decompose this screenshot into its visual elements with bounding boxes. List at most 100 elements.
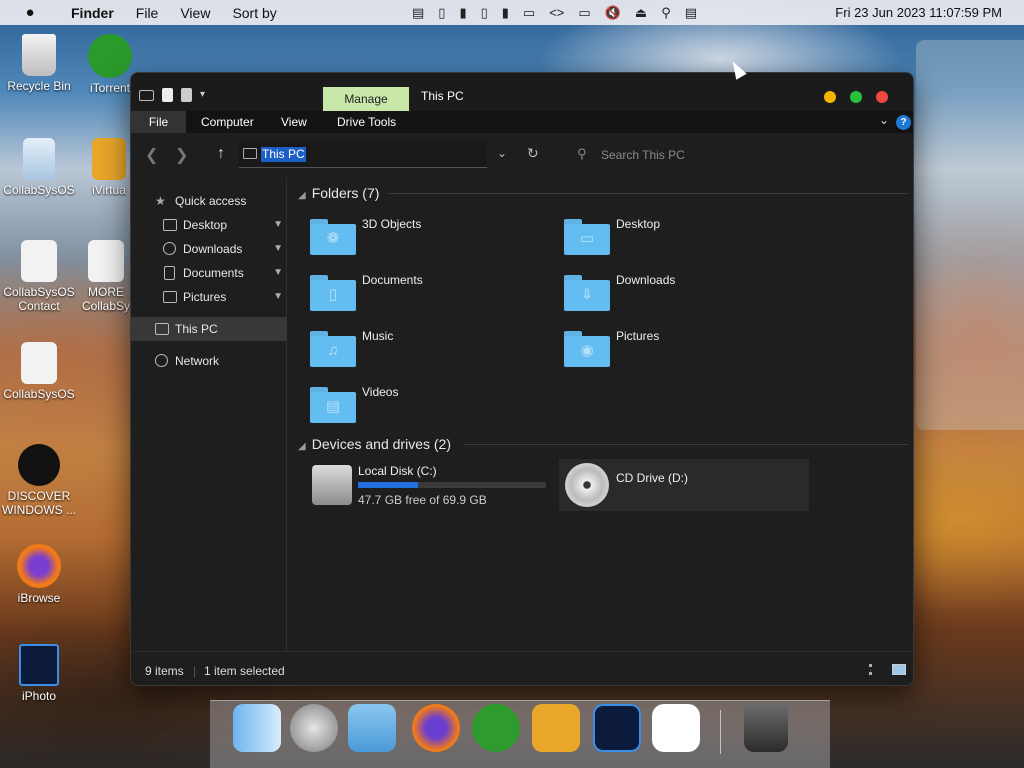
- menu-app-name[interactable]: Finder: [60, 5, 125, 21]
- folder-desktop[interactable]: ▭ Desktop: [564, 215, 804, 265]
- apple-logo-icon: [18, 444, 60, 486]
- battery-icon[interactable]: ▮: [459, 5, 466, 21]
- forward-button[interactable]: ❯: [175, 145, 188, 165]
- desktop-icon-collabsysos[interactable]: CollabSysOS: [2, 138, 76, 197]
- memory-icon[interactable]: ▯: [438, 5, 445, 21]
- back-button[interactable]: ❮: [145, 145, 158, 165]
- menubar: ● Finder File View Sort by ▤ ▯ ▮ ▯ ▮ ▭ <…: [0, 0, 1024, 25]
- nav-item-desktop[interactable]: Desktop ▼: [131, 213, 287, 237]
- folder-name: Downloads: [616, 273, 676, 287]
- up-button[interactable]: ↑: [217, 145, 225, 163]
- ribbon-expand-icon[interactable]: ⌄: [879, 113, 889, 127]
- launchpad-icon[interactable]: [290, 704, 338, 752]
- properties-icon[interactable]: [162, 88, 173, 102]
- apple-logo-icon[interactable]: [652, 704, 700, 752]
- tab-view[interactable]: View: [267, 111, 321, 133]
- group-title: Devices and drives (2): [311, 436, 451, 452]
- drive-cd-d[interactable]: CD Drive (D:): [559, 459, 809, 511]
- folder-music[interactable]: ♫ Music: [310, 327, 550, 377]
- clock[interactable]: Fri 23 Jun 2023 11:07:59 PM: [835, 5, 1002, 20]
- control-center-icon[interactable]: ▤: [685, 5, 697, 21]
- utorrent-icon[interactable]: [472, 704, 520, 752]
- virtualbox-icon[interactable]: [532, 704, 580, 752]
- maximize-button[interactable]: [850, 91, 862, 103]
- folder-icon[interactable]: [348, 704, 396, 752]
- folder-documents[interactable]: ▯ Documents: [310, 271, 550, 321]
- large-icons-view-icon[interactable]: [892, 664, 906, 675]
- new-folder-icon[interactable]: [181, 88, 192, 102]
- explorer-window: ▾ Manage This PC File Computer View Driv…: [130, 72, 914, 686]
- menu-file[interactable]: File: [125, 5, 170, 21]
- computer-icon[interactable]: [139, 89, 154, 101]
- finder-icon[interactable]: [233, 704, 281, 752]
- tablet-icon[interactable]: ▭: [523, 5, 535, 21]
- nav-label: Network: [175, 354, 220, 368]
- code-icon[interactable]: <>: [549, 5, 564, 20]
- manage-tab[interactable]: Manage: [323, 87, 409, 111]
- drive-free-space: 47.7 GB free of 69.9 GB: [358, 493, 487, 507]
- monitor-icon[interactable]: ▭: [578, 5, 590, 21]
- cpu-icon[interactable]: ▮: [502, 5, 509, 21]
- desktop-icon-iphoto[interactable]: iPhoto: [2, 644, 76, 703]
- dock-separator: [720, 710, 721, 754]
- refresh-icon[interactable]: ↻: [527, 145, 539, 162]
- nav-item-downloads[interactable]: Downloads ▼: [131, 237, 287, 261]
- background-window[interactable]: [916, 40, 1024, 430]
- nav-label: Desktop: [183, 218, 228, 232]
- customize-chevron-icon[interactable]: ▾: [200, 88, 210, 102]
- ssd-icon[interactable]: ▯: [481, 5, 488, 21]
- menu-view[interactable]: View: [169, 5, 221, 21]
- desktop-icon-collabsysos-contact[interactable]: CollabSysOS Contact: [2, 240, 76, 313]
- devices-group-header[interactable]: ◢ Devices and drives (2): [298, 436, 451, 452]
- activity-icon[interactable]: ▤: [412, 5, 424, 21]
- menu-sort-by[interactable]: Sort by: [221, 5, 287, 21]
- close-button[interactable]: [876, 91, 888, 103]
- trash-icon[interactable]: [744, 704, 788, 752]
- desktop-icon-discover-windows[interactable]: DISCOVER WINDOWS ...: [2, 444, 76, 517]
- nav-item-pictures[interactable]: Pictures ▼: [131, 285, 287, 309]
- desktop-icon-recycle-bin[interactable]: Recycle Bin: [2, 34, 76, 93]
- folder-icon: ▭: [564, 219, 610, 255]
- desktop-icon-collabsysos-2[interactable]: CollabSysOS: [2, 342, 76, 401]
- desktop-icon-more-collabsy[interactable]: MORE CollabSy: [80, 240, 132, 313]
- desktop-icon-label: Recycle Bin: [7, 79, 71, 93]
- folder-3d-objects[interactable]: ❁ 3D Objects: [310, 215, 550, 265]
- firefox-icon[interactable]: [412, 704, 460, 752]
- pin-icon: ▼: [273, 267, 283, 278]
- eject-icon[interactable]: ⏏: [635, 5, 647, 21]
- address-bar[interactable]: This PC: [239, 141, 487, 168]
- nav-item-documents[interactable]: Documents ▼: [131, 261, 287, 285]
- nav-this-pc[interactable]: This PC: [131, 317, 287, 341]
- drive-local-disk-c[interactable]: Local Disk (C:) 47.7 GB free of 69.9 GB: [308, 459, 558, 511]
- tab-computer[interactable]: Computer: [187, 111, 268, 133]
- title-bar[interactable]: ▾ Manage This PC: [131, 73, 913, 111]
- desktop-icon-ibrowse[interactable]: iBrowse: [2, 544, 76, 605]
- nav-network[interactable]: Network: [131, 349, 287, 373]
- desktop-icon-ivirtua[interactable]: iVirtua: [84, 138, 134, 197]
- utorrent-icon: [88, 34, 132, 78]
- nav-quick-access[interactable]: ★ Quick access: [131, 189, 287, 213]
- help-icon[interactable]: ?: [896, 115, 911, 130]
- pin-icon: ▼: [273, 291, 283, 302]
- folder-pictures[interactable]: ◉ Pictures: [564, 327, 804, 377]
- desktop-icon-label: CollabSysOS: [3, 183, 75, 197]
- divider: [464, 444, 908, 445]
- minimize-button[interactable]: [824, 91, 836, 103]
- tab-file[interactable]: File: [131, 111, 186, 133]
- cd-icon: [565, 463, 609, 507]
- search-box[interactable]: ⚲ Search This PC: [571, 141, 901, 168]
- tab-drive-tools[interactable]: Drive Tools: [323, 111, 410, 133]
- details-view-icon[interactable]: [869, 664, 883, 675]
- collapse-icon: ◢: [298, 190, 306, 201]
- apple-icon[interactable]: ●: [0, 4, 60, 21]
- photoshop-icon[interactable]: [593, 704, 641, 752]
- address-text[interactable]: This PC: [261, 147, 306, 162]
- folders-group-header[interactable]: ◢ Folders (7): [298, 185, 379, 201]
- search-icon: ⚲: [577, 146, 587, 161]
- address-dropdown-icon[interactable]: ⌄: [497, 146, 507, 160]
- mute-icon[interactable]: 🔇: [605, 5, 621, 21]
- folder-downloads[interactable]: ⇓ Downloads: [564, 271, 804, 321]
- search-icon[interactable]: ⚲: [661, 5, 671, 21]
- hard-disk-icon: [312, 465, 352, 505]
- folder-videos[interactable]: ▤ Videos: [310, 383, 550, 433]
